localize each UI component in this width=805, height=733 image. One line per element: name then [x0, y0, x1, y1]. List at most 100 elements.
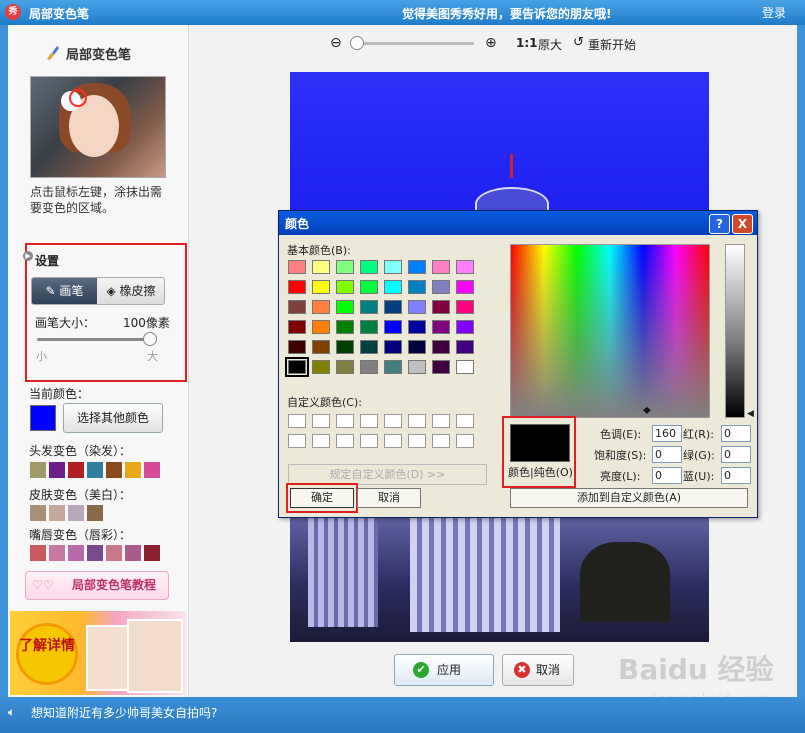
login-link[interactable]: 登录 — [762, 4, 786, 21]
dialog-cancel-button[interactable]: 取消 — [357, 488, 421, 508]
custom-color-cell[interactable] — [432, 414, 450, 428]
basic-color-cell[interactable] — [336, 340, 354, 354]
custom-color-cell[interactable] — [408, 434, 426, 448]
color-spectrum[interactable]: ⌖ — [510, 244, 710, 419]
eraser-tool-button[interactable]: ◈ 橡皮擦 — [98, 278, 164, 304]
basic-color-cell[interactable] — [312, 340, 330, 354]
zoom-slider-thumb[interactable] — [350, 36, 364, 50]
hair-color-swatch[interactable] — [87, 462, 103, 478]
basic-color-cell[interactable] — [288, 280, 306, 294]
basic-color-cell[interactable] — [408, 260, 426, 274]
basic-color-cell[interactable] — [288, 260, 306, 274]
basic-color-cell[interactable] — [285, 357, 309, 377]
ok-button[interactable]: 确定 — [290, 488, 354, 508]
tutorial-button[interactable]: ♡♡ 局部变色笔教程 — [25, 571, 169, 600]
actual-size-icon[interactable]: 1:1 — [516, 36, 538, 50]
basic-color-cell[interactable] — [456, 340, 474, 354]
custom-color-cell[interactable] — [384, 434, 402, 448]
basic-color-cell[interactable] — [408, 280, 426, 294]
basic-color-cell[interactable] — [336, 260, 354, 274]
choose-other-color-button[interactable]: 选择其他颜色 — [63, 403, 163, 433]
basic-color-cell[interactable] — [312, 260, 330, 274]
basic-color-cell[interactable] — [312, 360, 330, 374]
cancel-button[interactable]: ✖ 取消 — [502, 654, 574, 686]
lip-color-swatch[interactable] — [49, 545, 65, 561]
red-input[interactable]: 0 — [721, 425, 751, 442]
custom-color-cell[interactable] — [312, 414, 330, 428]
basic-color-cell[interactable] — [360, 340, 378, 354]
lip-color-swatch[interactable] — [30, 545, 46, 561]
promo-banner[interactable]: 了解详情 — [10, 611, 186, 695]
skin-color-swatch[interactable] — [30, 505, 46, 521]
basic-color-cell[interactable] — [360, 300, 378, 314]
hair-color-swatch[interactable] — [30, 462, 46, 478]
actual-size-button[interactable]: 原大 — [538, 36, 562, 53]
basic-color-cell[interactable] — [408, 360, 426, 374]
basic-color-cell[interactable] — [432, 360, 450, 374]
basic-color-cell[interactable] — [336, 280, 354, 294]
custom-color-cell[interactable] — [432, 434, 450, 448]
status-tip[interactable]: 想知道附近有多少帅哥美女自拍吗? — [31, 704, 217, 721]
basic-color-cell[interactable] — [336, 360, 354, 374]
basic-color-cell[interactable] — [432, 280, 450, 294]
basic-color-cell[interactable] — [408, 320, 426, 334]
hair-color-swatch[interactable] — [49, 462, 65, 478]
custom-color-cell[interactable] — [336, 434, 354, 448]
basic-color-cell[interactable] — [312, 280, 330, 294]
basic-color-cell[interactable] — [456, 320, 474, 334]
basic-color-cell[interactable] — [456, 360, 474, 374]
skin-color-swatch[interactable] — [49, 505, 65, 521]
lip-color-swatch[interactable] — [106, 545, 122, 561]
basic-color-cell[interactable] — [312, 320, 330, 334]
basic-color-cell[interactable] — [408, 300, 426, 314]
custom-color-cell[interactable] — [384, 414, 402, 428]
help-button[interactable]: ? — [709, 214, 730, 234]
green-input[interactable]: 0 — [721, 446, 751, 463]
custom-color-cell[interactable] — [288, 434, 306, 448]
basic-color-cell[interactable] — [456, 300, 474, 314]
basic-color-cell[interactable] — [432, 300, 450, 314]
luminance-slider[interactable] — [725, 244, 745, 418]
basic-color-cell[interactable] — [360, 360, 378, 374]
basic-color-cell[interactable] — [360, 320, 378, 334]
add-to-custom-colors-button[interactable]: 添加到自定义颜色(A) — [510, 488, 748, 508]
skin-color-swatch[interactable] — [87, 505, 103, 521]
custom-color-cell[interactable] — [360, 434, 378, 448]
collapse-arrow-icon[interactable]: ▶ — [23, 251, 33, 261]
zoom-in-icon[interactable]: ⊕ — [485, 35, 497, 51]
basic-color-cell[interactable] — [360, 260, 378, 274]
basic-color-cell[interactable] — [432, 320, 450, 334]
custom-color-cell[interactable] — [456, 414, 474, 428]
hue-input[interactable]: 160 — [652, 425, 682, 442]
dialog-close-button[interactable]: X — [732, 214, 753, 234]
custom-color-cell[interactable] — [360, 414, 378, 428]
brush-size-slider-thumb[interactable] — [143, 332, 157, 346]
basic-color-cell[interactable] — [360, 280, 378, 294]
luminance-input[interactable]: 0 — [652, 467, 682, 484]
basic-color-cell[interactable] — [336, 300, 354, 314]
zoom-out-icon[interactable]: ⊖ — [330, 35, 342, 51]
basic-color-cell[interactable] — [432, 260, 450, 274]
basic-color-cell[interactable] — [384, 360, 402, 374]
blue-input[interactable]: 0 — [721, 467, 751, 484]
basic-color-cell[interactable] — [384, 260, 402, 274]
luminance-arrow-icon[interactable]: ◀ — [747, 409, 754, 419]
lip-color-swatch[interactable] — [144, 545, 160, 561]
lip-color-swatch[interactable] — [125, 545, 141, 561]
basic-color-cell[interactable] — [384, 280, 402, 294]
custom-color-cell[interactable] — [336, 414, 354, 428]
basic-color-cell[interactable] — [384, 340, 402, 354]
custom-color-cell[interactable] — [408, 414, 426, 428]
basic-color-cell[interactable] — [288, 340, 306, 354]
basic-color-cell[interactable] — [384, 320, 402, 334]
custom-color-cell[interactable] — [312, 434, 330, 448]
hair-color-swatch[interactable] — [106, 462, 122, 478]
basic-color-cell[interactable] — [288, 320, 306, 334]
brush-size-slider[interactable] — [37, 338, 155, 341]
basic-color-cell[interactable] — [432, 340, 450, 354]
pen-tool-button[interactable]: ✎ 画笔 — [32, 278, 97, 304]
custom-color-cell[interactable] — [456, 434, 474, 448]
basic-color-cell[interactable] — [408, 340, 426, 354]
basic-color-cell[interactable] — [456, 280, 474, 294]
preview-label[interactable]: 颜色|纯色(O) — [508, 464, 573, 480]
